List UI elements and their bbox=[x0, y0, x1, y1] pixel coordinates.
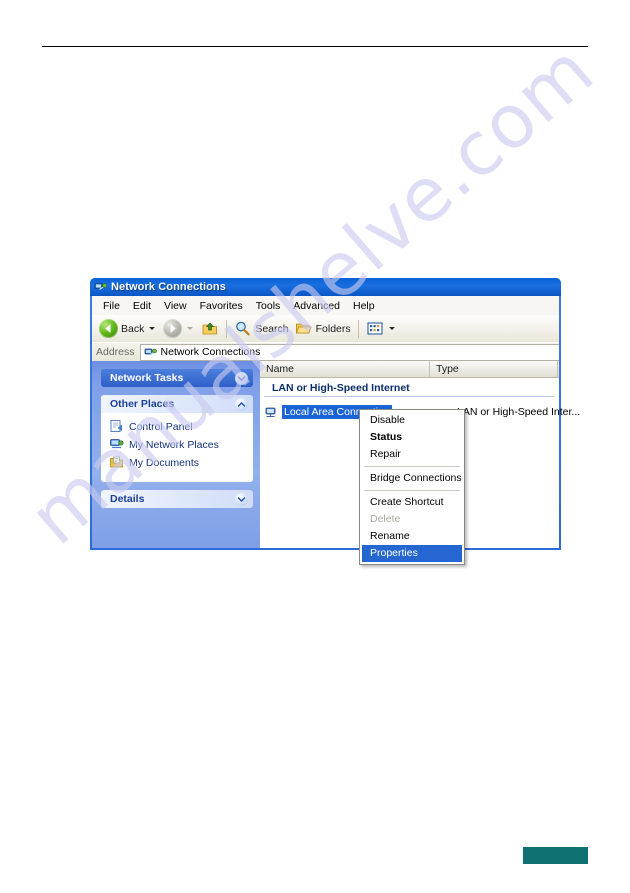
panel-details: Details bbox=[101, 490, 253, 508]
menu-item-help[interactable]: Help bbox=[347, 299, 382, 313]
column-header-type[interactable]: Type bbox=[430, 360, 558, 378]
panel-other-places: Other Places Control Panel My Network Pl… bbox=[101, 395, 253, 482]
panel-title-other-places: Other Places bbox=[110, 398, 175, 410]
views-dropdown-caret-icon[interactable] bbox=[388, 327, 395, 330]
views-button[interactable] bbox=[363, 317, 400, 340]
window-title: Network Connections bbox=[111, 281, 226, 293]
toolbar: Back Search Folders bbox=[92, 315, 559, 342]
list-group-header: LAN or High-Speed Internet bbox=[264, 378, 555, 397]
column-header-name[interactable]: Name bbox=[260, 360, 430, 378]
task-pane-sidebar: Network Tasks Other Places Control Panel… bbox=[92, 361, 260, 548]
chevron-down-icon[interactable] bbox=[235, 371, 248, 385]
address-value: Network Connections bbox=[160, 346, 261, 358]
menu-item-tools[interactable]: Tools bbox=[250, 299, 288, 313]
my-documents-icon bbox=[109, 455, 124, 470]
menu-item-edit[interactable]: Edit bbox=[127, 299, 158, 313]
context-menu-item-create-shortcut[interactable]: Create Shortcut bbox=[360, 494, 464, 511]
menu-bar: File Edit View Favorites Tools Advanced … bbox=[92, 296, 559, 315]
back-button-label: Back bbox=[121, 322, 145, 335]
sidebar-item-label: Control Panel bbox=[129, 420, 193, 433]
address-bar: Address Network Connections bbox=[92, 342, 559, 361]
chevron-up-icon[interactable] bbox=[235, 397, 248, 411]
search-button[interactable]: Search bbox=[231, 317, 291, 340]
context-menu-item-disable[interactable]: Disable bbox=[360, 412, 464, 429]
page-header-rule bbox=[42, 46, 588, 47]
folders-icon bbox=[295, 320, 313, 337]
search-button-label: Search bbox=[255, 322, 289, 335]
search-icon bbox=[234, 320, 252, 337]
context-menu-separator bbox=[364, 466, 460, 467]
sidebar-item-label: My Network Places bbox=[129, 438, 219, 451]
address-label: Address bbox=[96, 346, 135, 358]
folders-button-label: Folders bbox=[315, 322, 351, 335]
context-menu-item-repair[interactable]: Repair bbox=[360, 446, 464, 463]
up-button[interactable] bbox=[198, 317, 222, 340]
window-title-bar: Network Connections bbox=[90, 278, 561, 296]
network-adapter-icon bbox=[264, 405, 280, 419]
panel-header-details[interactable]: Details bbox=[101, 490, 253, 508]
back-arrow-icon bbox=[99, 319, 118, 338]
panel-title-network-tasks: Network Tasks bbox=[110, 372, 184, 384]
views-icon bbox=[366, 320, 384, 337]
forward-dropdown-caret-icon[interactable] bbox=[187, 327, 194, 330]
back-dropdown-caret-icon[interactable] bbox=[149, 327, 156, 330]
chevron-down-icon[interactable] bbox=[235, 492, 248, 506]
toolbar-separator-2 bbox=[357, 319, 359, 338]
panel-header-network-tasks[interactable]: Network Tasks bbox=[101, 369, 253, 387]
page-footer-block bbox=[523, 847, 588, 864]
list-column-headers: Name Type bbox=[260, 360, 559, 378]
back-button[interactable]: Back bbox=[96, 317, 160, 340]
panel-header-other-places[interactable]: Other Places bbox=[101, 395, 253, 413]
context-menu-item-delete: Delete bbox=[370, 513, 401, 525]
context-menu-item-rename[interactable]: Rename bbox=[360, 528, 464, 545]
network-connections-window: Network Connections File Edit View Favor… bbox=[90, 278, 580, 550]
panel-body-other-places: Control Panel My Network Places My Docum… bbox=[101, 413, 253, 482]
menu-item-view[interactable]: View bbox=[158, 299, 194, 313]
list-item-type: LAN or High-Speed Inter... bbox=[457, 405, 581, 418]
context-menu: Disable Status Repair Bridge Connections… bbox=[359, 409, 465, 565]
sidebar-item-my-documents[interactable]: My Documents bbox=[109, 455, 247, 470]
menu-item-favorites[interactable]: Favorites bbox=[194, 299, 250, 313]
sidebar-item-control-panel[interactable]: Control Panel bbox=[109, 419, 247, 434]
folders-button[interactable]: Folders bbox=[292, 317, 354, 340]
context-menu-item-bridge-connections[interactable]: Bridge Connections bbox=[360, 470, 464, 487]
context-menu-item-status[interactable]: Status bbox=[360, 429, 464, 446]
my-network-places-icon bbox=[109, 437, 124, 452]
control-panel-icon bbox=[109, 419, 124, 434]
panel-title-details: Details bbox=[110, 493, 145, 505]
forward-arrow-icon bbox=[163, 319, 183, 338]
sidebar-item-my-network-places[interactable]: My Network Places bbox=[109, 437, 247, 452]
up-folder-icon bbox=[201, 320, 219, 337]
address-input[interactable]: Network Connections bbox=[139, 343, 559, 361]
menu-item-file[interactable]: File bbox=[97, 299, 127, 313]
network-connections-icon bbox=[94, 281, 107, 294]
toolbar-separator bbox=[226, 319, 228, 338]
network-connections-icon bbox=[144, 346, 157, 359]
window-client-area: Network Tasks Other Places Control Panel… bbox=[92, 360, 580, 548]
menu-item-advanced[interactable]: Advanced bbox=[287, 299, 347, 313]
forward-button[interactable] bbox=[160, 317, 198, 340]
context-menu-separator-2 bbox=[364, 490, 460, 491]
context-menu-item-properties[interactable]: Properties bbox=[362, 545, 462, 562]
sidebar-item-label: My Documents bbox=[129, 456, 200, 469]
panel-network-tasks: Network Tasks bbox=[101, 369, 253, 387]
